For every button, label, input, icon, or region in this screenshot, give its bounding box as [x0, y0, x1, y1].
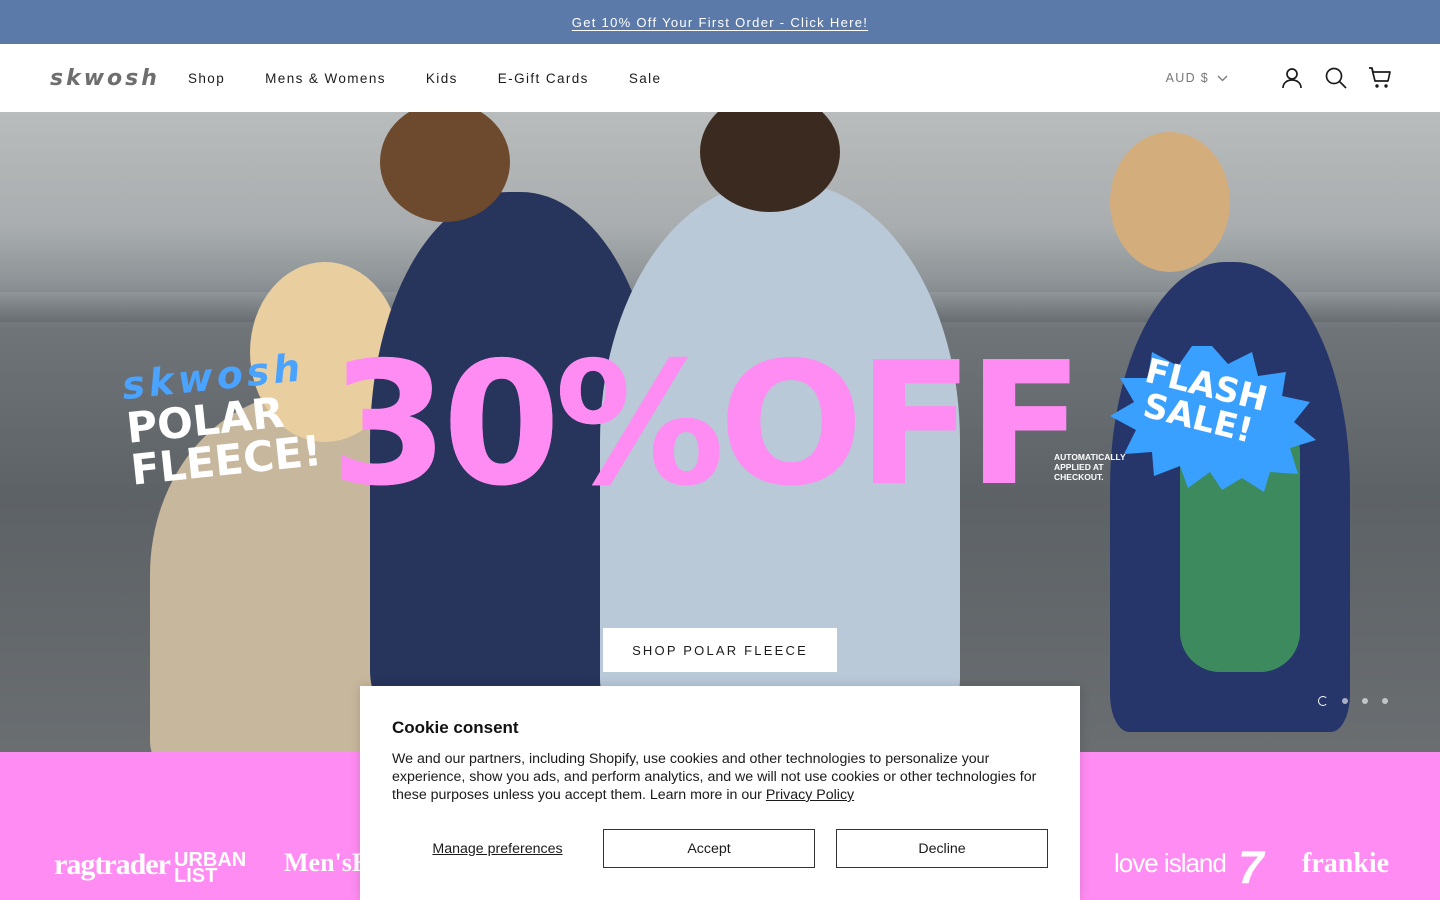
hero-model-4-head: [1110, 132, 1230, 272]
cookie-consent-dialog: Cookie consent We and our partners, incl…: [360, 686, 1080, 900]
currency-selector[interactable]: AUD $: [1166, 71, 1228, 85]
nav-kids[interactable]: Kids: [426, 71, 458, 86]
nav-shop[interactable]: Shop: [188, 71, 225, 86]
slide-dot-1[interactable]: [1318, 696, 1328, 706]
press-logo-seven: 7: [1238, 841, 1264, 893]
press-logo-love-island: love island: [1114, 848, 1227, 878]
promo-polar-fleece: skwosh POLAR FLEECE!: [120, 344, 324, 494]
manage-preferences-link[interactable]: Manage preferences: [392, 841, 603, 857]
press-logo-ragtrader: ragtrader: [54, 848, 171, 881]
nav-mens-womens[interactable]: Mens & Womens: [265, 71, 386, 86]
hero-banner[interactable]: skwosh POLAR FLEECE! 30%OFF AUTOMATICALL…: [0, 112, 1440, 752]
accept-button[interactable]: Accept: [603, 829, 815, 868]
header-actions: AUD $: [1166, 66, 1392, 90]
chevron-down-icon: [1217, 75, 1228, 81]
slideshow-dots: [1318, 696, 1388, 706]
announcement-link[interactable]: Get 10% Off Your First Order - Click Her…: [572, 15, 868, 30]
cookie-body-text: We and our partners, including Shopify, …: [392, 751, 1037, 803]
press-logo-mens-health: Men'sHealth: [284, 848, 360, 877]
slide-dot-3[interactable]: [1362, 698, 1368, 704]
slide-dot-2[interactable]: [1342, 698, 1348, 704]
decline-button[interactable]: Decline: [836, 829, 1048, 868]
nav-e-gift-cards[interactable]: E-Gift Cards: [498, 71, 589, 86]
press-logo-urban-list: URBAN LIST: [174, 849, 247, 887]
account-icon[interactable]: [1280, 66, 1304, 90]
promo-discount: 30%OFF: [330, 326, 1084, 524]
shop-polar-fleece-button[interactable]: SHOP POLAR FLEECE: [603, 628, 837, 672]
announcement-bar: Get 10% Off Your First Order - Click Her…: [0, 0, 1440, 44]
cookie-actions: Manage preferences Accept Decline: [392, 829, 1048, 868]
press-logo-frankie: frankie: [1302, 848, 1390, 879]
cookie-body: We and our partners, including Shopify, …: [392, 750, 1048, 804]
search-icon[interactable]: [1324, 66, 1348, 90]
cart-icon[interactable]: [1368, 66, 1392, 90]
site-header: skwosh Shop Mens & Womens Kids E-Gift Ca…: [0, 44, 1440, 112]
cookie-title: Cookie consent: [392, 718, 519, 737]
privacy-policy-link[interactable]: Privacy Policy: [766, 787, 854, 803]
nav-sale[interactable]: Sale: [629, 71, 662, 86]
slide-dot-4[interactable]: [1382, 698, 1388, 704]
logo[interactable]: skwosh: [50, 66, 188, 91]
currency-label: AUD $: [1165, 71, 1209, 85]
main-nav: Shop Mens & Womens Kids E-Gift Cards Sal…: [188, 71, 701, 86]
